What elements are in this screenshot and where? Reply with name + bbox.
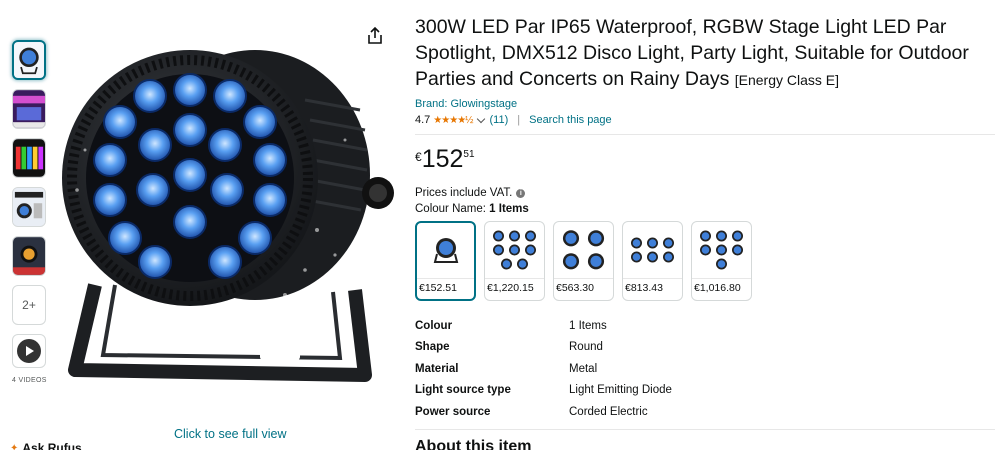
swatch-image [417,223,474,278]
spec-row: Light source type Light Emitting Diode [415,380,735,402]
spec-key: Light source type [415,384,511,397]
videos-thumbnail[interactable] [12,334,46,368]
more-images-button[interactable]: 2+ [12,285,46,325]
spec-row: Shape Round [415,337,735,359]
full-view-link[interactable]: Click to see full view [174,427,287,441]
colour-name-label: Colour Name: [415,203,486,215]
thumbnail-2[interactable] [12,89,46,129]
spec-value: Metal [569,362,598,375]
separator: | [517,114,521,126]
search-this-page-link[interactable]: Search this page [529,114,612,126]
spec-value: Corded Electric [569,405,648,418]
ask-rufus-button[interactable]: ✦ Ask Rufus [10,441,82,450]
info-icon[interactable]: i [516,188,526,198]
colour-swatches: €152.51 €1,220.15 €563.30 €813.43 €1,016… [415,221,995,301]
spec-key: Shape [415,341,450,354]
share-icon[interactable] [365,26,385,46]
spec-value: Light Emitting Diode [569,384,672,397]
thumbnail-5[interactable] [12,236,46,276]
swatch-image [485,222,544,278]
thumbnail-1[interactable] [12,40,46,80]
colour-name-value: 1 Items [489,203,529,215]
thumbnail-3[interactable] [12,138,46,178]
vat-note: Prices include VAT. i [415,187,995,199]
star-rating-icon[interactable]: ★★★★½ [433,115,473,126]
colour-name-row: Colour Name: 1 Items [415,203,995,215]
thumbnail-4[interactable] [12,187,46,227]
price-whole: 152 [421,145,464,173]
divider [415,428,995,430]
rating-value: 4.7 [415,114,431,126]
swatch-price: €813.43 [623,278,682,300]
chevron-down-icon[interactable] [476,114,485,123]
videos-count-label: 4 VIDEOS [12,377,47,384]
swatch-price: €1,220.15 [485,278,544,300]
swatch-7-items[interactable]: €1,016.80 [691,221,752,301]
price-fraction: 51 [463,149,475,160]
price: € 152 51 [415,145,995,173]
price-currency: € [415,150,422,164]
spec-row: Colour 1 Items [415,315,735,337]
vat-text: Prices include VAT. [415,187,513,199]
review-count-link[interactable]: (11) [490,114,509,126]
energy-class-label[interactable]: [Energy Class E] [735,72,839,88]
swatch-8-items[interactable]: €1,220.15 [484,221,545,301]
thumbnail-strip: 2+ [12,40,46,368]
spec-row: Material Metal [415,358,735,380]
play-icon [17,339,41,363]
swatch-price: €563.30 [554,278,613,300]
specs-table: Colour 1 Items Shape Round Material Meta… [415,315,735,423]
swatch-image [623,222,682,278]
swatch-image [554,222,613,278]
swatch-price: €1,016.80 [692,278,751,300]
spec-key: Power source [415,405,491,418]
swatch-4-items[interactable]: €563.30 [553,221,614,301]
spec-value: 1 Items [569,319,607,332]
brand-link[interactable]: Brand: Glowingstage [415,98,995,110]
spec-row: Power source Corded Electric [415,401,735,423]
rating-row: 4.7 ★★★★½ (11) | Search this page [415,114,995,126]
swatch-6-items[interactable]: €813.43 [622,221,683,301]
rufus-sparkle-icon: ✦ [10,442,19,450]
main-product-image[interactable] [55,30,395,400]
about-heading: About this item [415,437,532,450]
spec-key: Material [415,362,459,375]
product-title: 300W LED Par IP65 Waterproof, RGBW Stage… [415,14,995,93]
swatch-image [692,222,751,278]
ask-rufus-label: Ask Rufus [22,441,82,450]
swatch-1-items[interactable]: €152.51 [415,221,476,301]
divider [415,134,995,135]
spec-key: Colour [415,319,453,332]
product-details: 300W LED Par IP65 Waterproof, RGBW Stage… [415,14,995,450]
product-title-text: 300W LED Par IP65 Waterproof, RGBW Stage… [415,16,969,90]
spec-value: Round [569,341,603,354]
swatch-price: €152.51 [417,277,474,299]
